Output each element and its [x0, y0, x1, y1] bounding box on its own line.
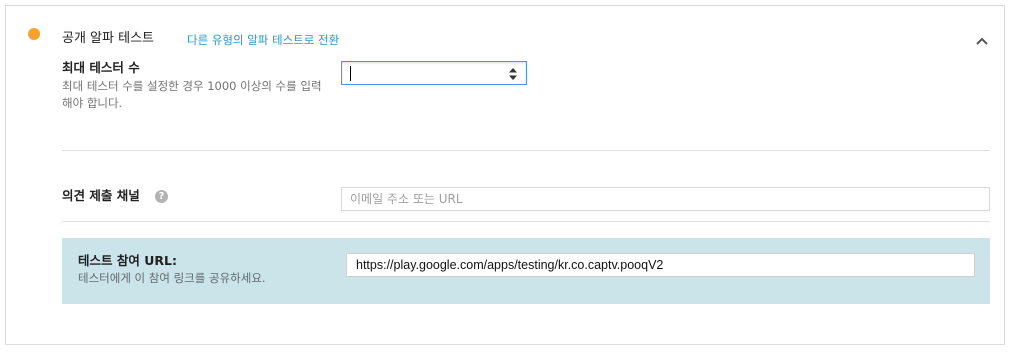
feedback-channel-input[interactable]	[341, 187, 990, 211]
track-title: 공개 알파 테스트	[62, 31, 154, 46]
opt-in-url-help: 테스터에게 이 참여 링크를 공유하세요.	[78, 271, 266, 285]
chevron-up-icon	[976, 37, 988, 45]
alpha-track-card: 공개 알파 테스트 다른 유형의 알파 테스트로 전환 최대 테스터 수 최대 …	[5, 5, 1005, 345]
status-dot-icon	[28, 28, 40, 40]
section-divider	[62, 150, 990, 151]
collapse-button[interactable]	[972, 33, 992, 49]
section-divider	[62, 221, 990, 222]
max-testers-input[interactable]	[341, 61, 527, 85]
max-testers-label: 최대 테스터 수	[62, 60, 140, 75]
opt-in-url-label: 테스트 참여 URL:	[78, 253, 177, 268]
spinner-icon[interactable]	[509, 66, 517, 80]
help-icon[interactable]: ?	[155, 190, 168, 203]
opt-in-url-field[interactable]: https://play.google.com/apps/testing/kr.…	[346, 253, 975, 277]
opt-in-url-panel: 테스트 참여 URL: 테스터에게 이 참여 링크를 공유하세요. https:…	[62, 238, 990, 304]
switch-track-type-link[interactable]: 다른 유형의 알파 테스트로 전환	[187, 33, 339, 47]
text-caret	[350, 66, 351, 81]
feedback-channel-label: 의견 제출 채널	[62, 188, 140, 203]
max-testers-help: 최대 테스터 수를 설정한 경우 1000 이상의 수를 입력해야 합니다.	[62, 79, 322, 110]
